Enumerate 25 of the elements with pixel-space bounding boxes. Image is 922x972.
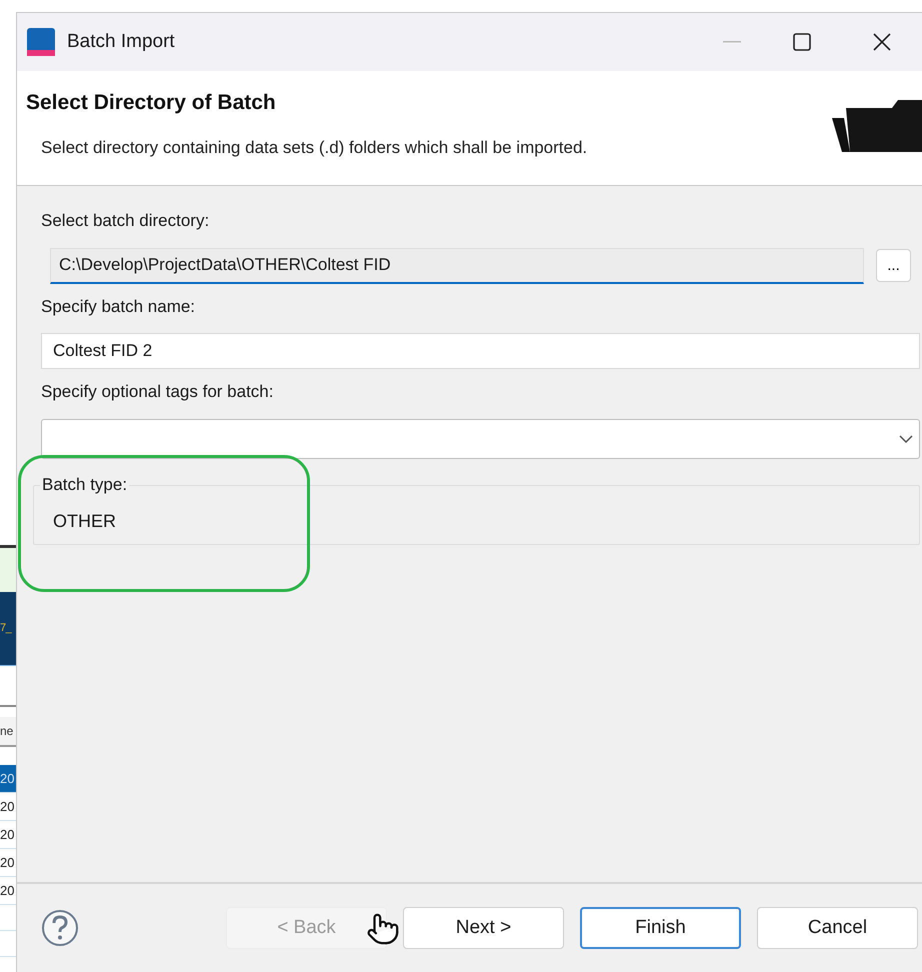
table-row: 20 (0, 765, 16, 793)
field-label: Select batch directory: (41, 210, 210, 232)
wizard-button[interactable]: Cancel (757, 907, 918, 949)
tags-combo[interactable] (41, 418, 920, 458)
hand-cursor-icon (366, 912, 400, 946)
directory-field[interactable]: C:\Develop\ProjectData\OTHER\Coltest FID (50, 248, 864, 284)
chevron-down-icon (899, 434, 913, 442)
help-icon[interactable] (41, 909, 79, 947)
batch-name-field[interactable]: Coltest FID 2 (41, 333, 920, 369)
page-title: Select Directory of Batch (26, 90, 277, 116)
wizard-button[interactable]: Next > (403, 907, 564, 949)
close-icon (873, 33, 891, 51)
window-title: Batch Import (67, 30, 175, 54)
banner-text: 7_ (0, 621, 12, 636)
page-description: Select directory containing data sets (.d) folders which shall be imported. (40, 136, 588, 158)
browse-button[interactable]: ... (876, 249, 911, 282)
column-header: ne (0, 717, 16, 747)
minimize-icon (723, 41, 741, 43)
field-label: Specify batch name: (41, 296, 196, 318)
app-logo-icon (27, 28, 55, 56)
batch-type-value: OTHER (53, 510, 116, 530)
folder-icon (832, 98, 922, 152)
wizard-button[interactable]: Finish (580, 907, 741, 949)
field-label: Specify optional tags for batch: (41, 381, 274, 403)
maximize-icon (793, 33, 811, 51)
